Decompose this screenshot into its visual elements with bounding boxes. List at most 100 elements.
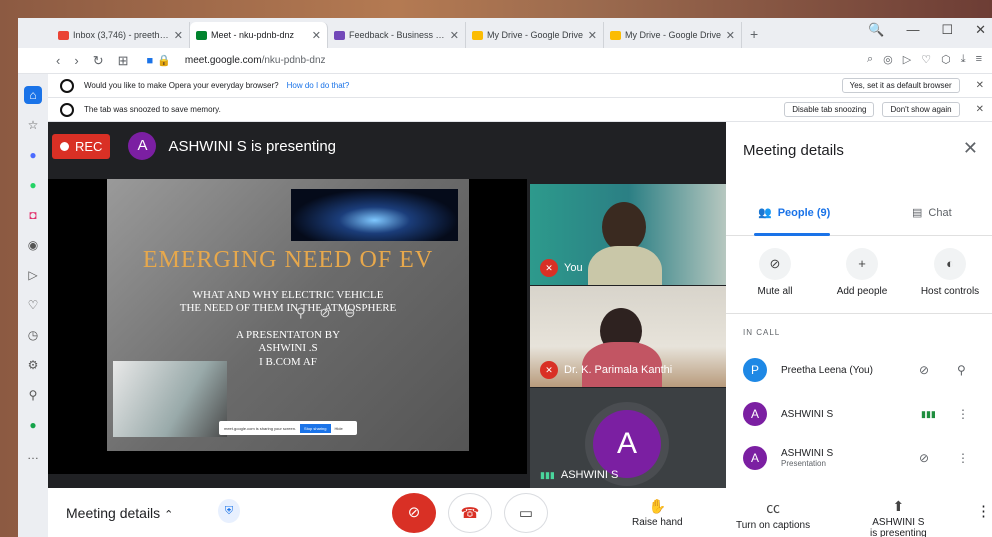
minimize-button[interactable]: — — [906, 22, 919, 38]
close-panel-icon[interactable]: ✕ — [963, 138, 978, 159]
home-icon[interactable]: ⌂ — [24, 86, 42, 104]
remove-icon[interactable]: ⊖ — [344, 305, 355, 321]
whatsapp-icon[interactable]: ● — [24, 176, 42, 194]
close-tab-icon[interactable]: ✕ — [450, 29, 459, 42]
tab-drive-1[interactable]: My Drive - Google Drive ✕ — [466, 22, 604, 48]
instagram-icon[interactable]: ◘ — [24, 206, 42, 224]
star-icon[interactable]: ☆ — [24, 116, 42, 134]
presentation-stage: EMERGING NEED OF EV WHAT AND WHY ELECTRI… — [48, 179, 527, 474]
send-icon[interactable]: ▷ — [24, 266, 42, 284]
opera-account-icon[interactable]: ● — [24, 416, 42, 434]
raise-hand-button[interactable]: ✋ Raise hand — [632, 498, 683, 528]
close-tab-icon[interactable]: ✕ — [312, 29, 321, 42]
heart-icon[interactable]: ♡ — [921, 53, 931, 66]
close-tab-icon[interactable]: ✕ — [588, 29, 597, 42]
mute-all-button[interactable]: ⊘ Mute all — [735, 242, 815, 297]
add-people-button[interactable]: + Add people — [822, 242, 902, 297]
mic-off-icon: ✕ — [540, 259, 558, 277]
close-tab-icon[interactable]: ✕ — [726, 29, 735, 42]
menu-icon[interactable]: ≡ — [976, 53, 982, 66]
tab-people[interactable]: 👥 People (9) — [758, 206, 830, 220]
more-icon[interactable]: … — [24, 446, 42, 464]
tab-chat[interactable]: ▤ Chat — [912, 206, 952, 220]
mic-off-icon: ⊘ — [919, 363, 930, 377]
tab-drive-2[interactable]: My Drive - Google Drive ✕ — [604, 22, 742, 48]
opera-icon — [60, 78, 74, 93]
pin-icon[interactable]: ⚲ — [957, 363, 966, 377]
disable-snoozing-button[interactable]: Disable tab snoozing — [784, 102, 875, 117]
send-icon[interactable]: ▷ — [903, 53, 911, 66]
url-field[interactable]: meet.google.com/nku-pdnb-dnz — [185, 55, 326, 66]
lock-icon: 🔒 — [157, 55, 171, 67]
tab-gmail[interactable]: Inbox (3,746) - preethaleena✕ — [52, 22, 190, 48]
meeting-details-toggle[interactable]: Meeting details ⌃ — [66, 505, 173, 521]
mute-icon[interactable]: ⊘ — [320, 305, 331, 321]
maximize-button[interactable]: ☐ — [941, 22, 953, 38]
default-browser-infobar: Would you like to make Opera your everyd… — [48, 74, 992, 98]
video-tile-ashwini[interactable]: A ▮▮▮ ASHWINI S — [530, 388, 727, 489]
search-icon[interactable]: ⌕ — [867, 53, 873, 66]
camera-toggle-button[interactable]: ▭ — [504, 493, 548, 533]
drive-icon — [472, 30, 483, 40]
camera-icon[interactable]: ■ — [147, 55, 154, 67]
dont-show-again-button[interactable]: Don't show again — [882, 102, 960, 117]
close-icon[interactable]: ✕ — [976, 104, 984, 115]
messenger-icon[interactable]: ● — [24, 146, 42, 164]
forward-icon[interactable]: › — [74, 53, 78, 69]
video-tile-parimala[interactable]: ✕ Dr. K. Parimala Kanthi — [530, 286, 727, 387]
settings-icon[interactable]: ⚙ — [24, 356, 42, 374]
ev-charger-image — [113, 361, 227, 437]
speaking-indicator-icon: ▮▮▮ — [540, 469, 555, 480]
in-call-heading: IN CALL — [743, 328, 781, 337]
drive-icon — [610, 30, 621, 40]
close-tab-icon[interactable]: ✕ — [174, 29, 183, 42]
participant-row[interactable]: A ASHWINI S Presentation ⊘ ⋮ — [743, 438, 983, 478]
people-icon: 👥 — [758, 207, 772, 219]
participant-row[interactable]: P Preetha Leena (You) ⊘ ⚲ — [743, 350, 983, 390]
mic-off-icon: ⊘ — [759, 248, 791, 280]
hide-button[interactable]: Hide — [335, 426, 343, 431]
more-options-icon[interactable]: ⋮ — [957, 451, 969, 465]
close-window-button[interactable]: ✕ — [975, 22, 986, 38]
participant-body — [588, 246, 662, 285]
active-tab-indicator — [754, 233, 830, 236]
tab-feedback[interactable]: Feedback - Business Plan C✕ — [328, 22, 466, 48]
cube-icon[interactable]: ⬡ — [941, 53, 951, 66]
snapshot-icon[interactable]: ◎ — [883, 53, 893, 66]
mic-toggle-button[interactable]: ⊘ — [392, 493, 436, 533]
player-icon[interactable]: ◉ — [24, 236, 42, 254]
tab-meet[interactable]: Meet - nku-pdnb-dnz ✕ — [190, 22, 328, 48]
window-controls: 🔍 — ☐ ✕ — [868, 22, 986, 38]
recording-badge: REC — [52, 133, 111, 159]
shield-icon[interactable]: ⛨ — [218, 499, 240, 523]
pin-icon[interactable]: ⚲ — [296, 305, 306, 321]
set-default-button[interactable]: Yes, set it as default browser — [841, 78, 960, 93]
chevron-up-icon: ⌃ — [164, 509, 174, 521]
grid-icon[interactable]: ⊞ — [118, 53, 129, 69]
video-tile-you[interactable]: ✕ You — [530, 184, 727, 285]
bulb-icon[interactable]: ⚲ — [24, 386, 42, 404]
download-icon[interactable]: ⤓ — [961, 53, 966, 66]
more-options-icon[interactable]: ⋮ — [976, 502, 991, 520]
history-icon[interactable]: ◷ — [24, 326, 42, 344]
presentation-slide: EMERGING NEED OF EV WHAT AND WHY ELECTRI… — [107, 179, 469, 451]
avatar: P — [743, 358, 767, 382]
new-tab-button[interactable]: + — [742, 22, 766, 48]
slide-line: WHAT AND WHY ELECTRIC VEHICLE — [192, 289, 384, 301]
more-options-icon[interactable]: ⋮ — [957, 407, 969, 421]
leave-call-button[interactable]: ☎ — [448, 493, 492, 533]
heart-icon[interactable]: ♡ — [24, 296, 42, 314]
presenting-button[interactable]: ⬆ ASHWINI Sis presenting — [870, 498, 927, 537]
close-icon[interactable]: ✕ — [976, 80, 984, 91]
how-link[interactable]: How do I do that? — [287, 81, 350, 90]
search-tabs-icon[interactable]: 🔍 — [868, 22, 884, 38]
host-controls-button[interactable]: ◐ Host controls — [910, 242, 990, 297]
reload-icon[interactable]: ↻ — [93, 53, 104, 69]
captions-icon: ㏄ — [766, 500, 781, 516]
stop-sharing-button[interactable]: Stop sharing — [300, 423, 331, 433]
meet-icon — [196, 30, 207, 40]
captions-button[interactable]: ㏄ Turn on captions — [736, 498, 810, 531]
back-icon[interactable]: ‹ — [56, 53, 60, 69]
presenter-avatar: A — [128, 132, 157, 160]
participant-row[interactable]: A ASHWINI S ▮▮▮ ⋮ — [743, 394, 983, 434]
